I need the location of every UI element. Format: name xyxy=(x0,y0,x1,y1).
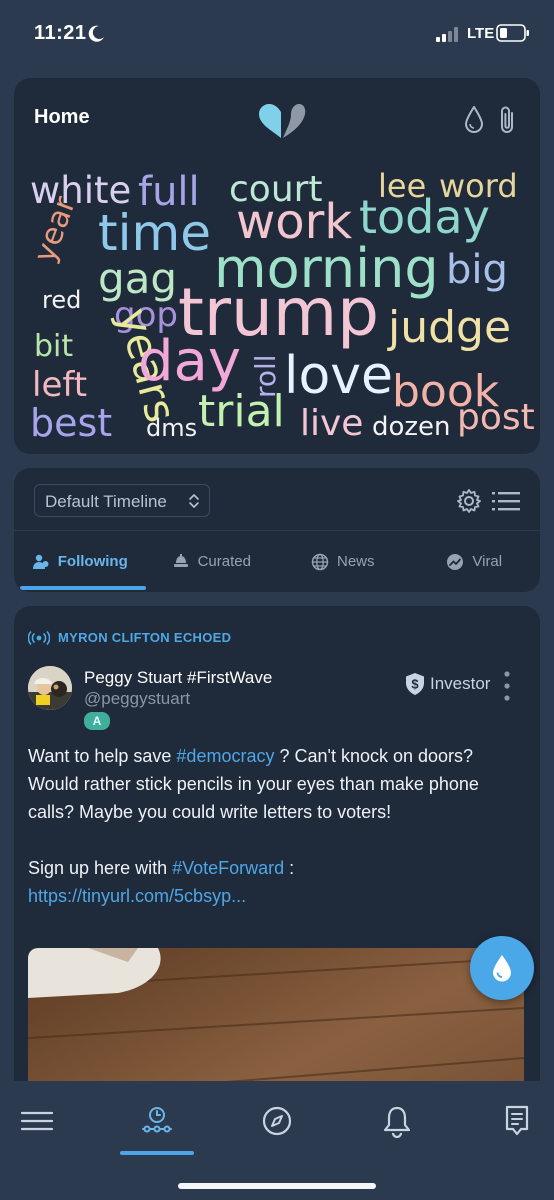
battery-icon xyxy=(496,24,529,42)
investor-badge: $ Investor xyxy=(404,672,490,696)
trending-icon xyxy=(447,553,464,570)
cloud-word: post xyxy=(457,397,535,438)
word-cloud: white full court lee word year time work… xyxy=(14,78,540,454)
timeline-card: Default Timeline Following Curated News … xyxy=(14,468,540,592)
messages-nav-button[interactable] xyxy=(497,1101,537,1141)
signal-icon xyxy=(436,27,458,42)
tab-curated[interactable]: Curated xyxy=(146,531,278,592)
timeline-select[interactable]: Default Timeline xyxy=(34,484,210,517)
discover-nav-button[interactable] xyxy=(257,1101,297,1141)
cloud-word: gag xyxy=(98,254,178,303)
author-handle[interactable]: @peggystuart xyxy=(84,689,190,709)
notifications-nav-button[interactable] xyxy=(377,1101,417,1141)
tab-label: Curated xyxy=(197,553,251,570)
tab-label: Viral xyxy=(472,553,503,570)
cloud-word: left xyxy=(32,365,88,405)
cloud-word: day xyxy=(138,329,242,394)
post-text: Sign up here with xyxy=(28,858,173,878)
tab-news[interactable]: News xyxy=(277,531,409,592)
tab-label: News xyxy=(336,553,375,570)
active-nav-indicator xyxy=(120,1151,194,1155)
cloud-word: trial xyxy=(198,386,285,437)
active-tab-indicator xyxy=(20,586,146,590)
echo-label: MYRON CLIFTON ECHOED xyxy=(58,630,232,645)
post-text: Want to help save xyxy=(28,746,177,766)
cloud-word: live xyxy=(300,403,364,444)
compass-icon xyxy=(262,1106,292,1136)
app-screen: 11:21 LTE Home white full court lee word… xyxy=(0,0,554,1200)
bell-icon xyxy=(383,1106,411,1138)
timeline-nav-button[interactable] xyxy=(137,1101,177,1141)
post-paragraph: Sign up here with #VoteForward : https://… xyxy=(28,854,528,910)
post-url-link[interactable]: https://tinyurl.com/5cbsyp... xyxy=(28,886,246,906)
more-options-icon[interactable] xyxy=(502,670,512,702)
hashtag-link[interactable]: #VoteForward xyxy=(172,858,284,878)
cloud-word: time xyxy=(98,204,211,262)
tab-viral[interactable]: Viral xyxy=(409,531,541,592)
status-bar: 11:21 LTE xyxy=(0,0,554,66)
cloud-word: best xyxy=(30,401,113,445)
users-icon xyxy=(32,554,49,569)
timeline-tabs: Following Curated News Viral xyxy=(14,531,540,592)
cloud-word: dozen xyxy=(372,412,451,442)
cloud-word: dms xyxy=(146,414,198,442)
create-drop-button[interactable] xyxy=(470,936,534,1000)
cloud-word: love xyxy=(284,346,394,406)
shield-dollar-icon: $ xyxy=(406,673,424,695)
list-icon[interactable] xyxy=(492,489,520,513)
bell-stack-icon xyxy=(173,553,188,567)
author-badge: A xyxy=(84,712,110,730)
tab-following[interactable]: Following xyxy=(14,531,146,592)
globe-icon xyxy=(311,553,329,570)
post-paragraph: Want to help save #democracy ? Can't kno… xyxy=(28,742,528,826)
cloud-word: today xyxy=(359,190,490,244)
avatar-image xyxy=(28,666,72,710)
hashtag-link[interactable]: #democracy xyxy=(176,746,274,766)
broadcast-icon xyxy=(28,630,50,645)
post-body: Want to help save #democracy ? Can't kno… xyxy=(28,742,528,910)
timeline-select-value: Default Timeline xyxy=(45,492,167,511)
tab-label: Following xyxy=(57,553,128,570)
hamburger-icon xyxy=(20,1111,54,1131)
post-text: : xyxy=(284,858,295,878)
home-indicator xyxy=(178,1183,376,1189)
message-list-icon xyxy=(505,1105,529,1136)
cloud-word: big xyxy=(446,247,508,293)
cloud-word: bit xyxy=(34,329,74,364)
echo-header[interactable]: MYRON CLIFTON ECHOED xyxy=(28,630,231,645)
menu-button[interactable] xyxy=(17,1101,57,1141)
author-name[interactable]: Peggy Stuart #FirstWave xyxy=(84,668,272,688)
bottom-nav xyxy=(0,1081,554,1200)
cloud-word: judge xyxy=(388,302,512,353)
network-label: LTE xyxy=(467,25,495,42)
moon-icon xyxy=(88,25,104,42)
cloud-word: red xyxy=(42,286,82,314)
word-cloud-card: Home white full court lee word year time… xyxy=(14,78,540,454)
status-time: 11:21 xyxy=(34,22,87,44)
drop-icon xyxy=(493,955,511,982)
avatar[interactable] xyxy=(28,666,72,710)
investor-label: Investor xyxy=(430,674,491,693)
chevron-updown-icon xyxy=(189,494,199,508)
svg-text:$: $ xyxy=(411,677,419,692)
timeline-clock-icon xyxy=(142,1107,172,1133)
gear-icon[interactable] xyxy=(456,488,482,514)
